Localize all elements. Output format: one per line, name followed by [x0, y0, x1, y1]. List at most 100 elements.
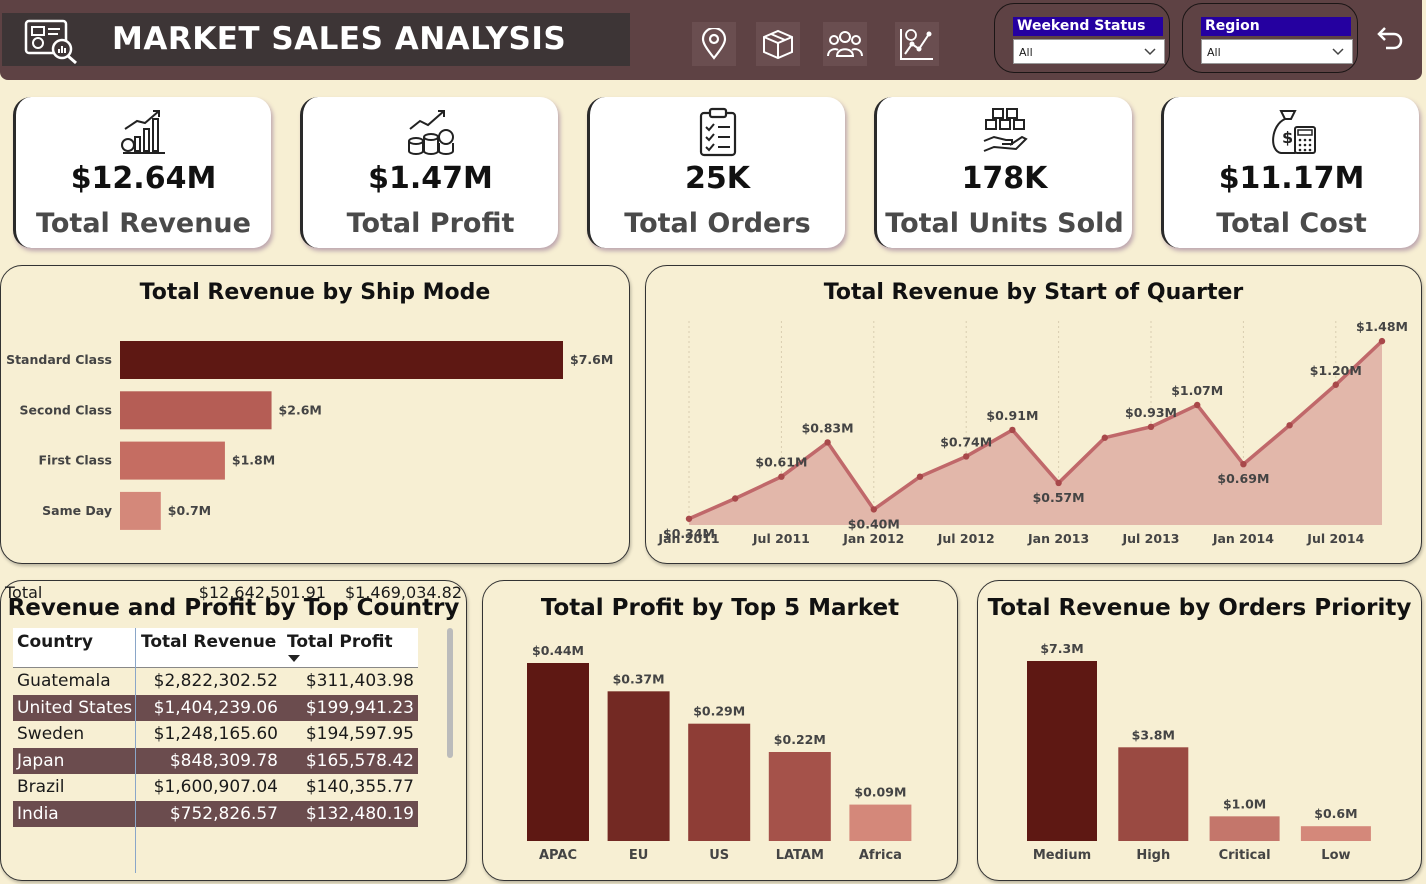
- priority-category-label: Low: [1321, 848, 1350, 863]
- ship-mode-category-label: First Class: [38, 453, 112, 468]
- region-dropdown[interactable]: All: [1201, 39, 1353, 64]
- ship-mode-chart: Standard Class $7.6M Second Class $2.6M Firs…: [6, 341, 613, 530]
- x-tick-label: Jan 2011: [657, 531, 719, 546]
- col-header-revenue[interactable]: Total Revenue: [141, 632, 276, 652]
- priority-bar: [1300, 826, 1371, 841]
- market-category-label: US: [709, 848, 729, 863]
- kpi-card-total-cost: $ $11.17M Total Cost: [1161, 97, 1419, 248]
- cell-country: Guatemala: [17, 671, 111, 691]
- col-header-country[interactable]: Country: [17, 632, 93, 652]
- profit-coins-icon: [407, 110, 454, 155]
- title-box: MARKET SALES ANALYSIS: [2, 13, 630, 66]
- market-data-label: $0.29M: [693, 704, 745, 719]
- header-bar: MARKET SALES ANALYSIS Weekend Status All…: [0, 0, 1422, 80]
- revenue-data-label: $0.61M: [755, 455, 807, 470]
- x-tick-label: Jul 2013: [1122, 531, 1180, 546]
- kpi-card-total-revenue: $12.64M Total Revenue: [13, 97, 271, 248]
- cell-profit: $194,597.95: [305, 724, 414, 744]
- ship-mode-bar: [120, 441, 225, 480]
- x-tick-label: Jul 2012: [937, 531, 995, 546]
- cell-profit: $311,403.98: [305, 671, 414, 691]
- cell-country: United States: [17, 697, 133, 718]
- revenue-data-label: $0.74M: [940, 434, 992, 449]
- nav-product-button[interactable]: [756, 22, 800, 66]
- market-bar: [607, 691, 670, 841]
- dashboard-magnifier-icon: [24, 19, 77, 65]
- weekend-status-dropdown[interactable]: All: [1013, 39, 1165, 64]
- revenue-point: [1101, 434, 1108, 441]
- revenue-data-label: $1.48M: [1356, 319, 1408, 334]
- table-row[interactable]: Brazil $1,600,907.04 $140,355.77: [13, 774, 418, 801]
- kpi-label: Total Profit: [346, 208, 515, 239]
- market-data-label: $0.44M: [532, 643, 584, 658]
- people-group-icon: [827, 31, 863, 57]
- market-data-label: $0.37M: [613, 671, 665, 686]
- priority-bar: [1209, 816, 1280, 841]
- kpi-value: 178K: [961, 161, 1048, 196]
- kpi-label: Total Units Sold: [885, 208, 1124, 239]
- cell-revenue: $752,826.57: [169, 803, 278, 824]
- cell-country: Japan: [17, 750, 65, 771]
- boxes-hand-icon: [983, 108, 1028, 152]
- table-row[interactable]: United States $1,404,239.06 $199,941.23: [13, 694, 418, 721]
- revenue-data-label: $0.40M: [848, 516, 900, 531]
- table-row[interactable]: Guatemala $2,822,302.52 $311,403.98: [13, 668, 418, 695]
- market-bar: [768, 752, 831, 841]
- priority-data-label: $0.6M: [1314, 806, 1357, 821]
- priority-category-label: High: [1136, 848, 1170, 863]
- kpi-label: Total Orders: [624, 208, 811, 239]
- ship-mode-bar: [120, 391, 272, 430]
- table-row[interactable]: Sweden $1,248,165.60 $194,597.95: [13, 721, 418, 748]
- cell-profit: $140,355.77: [305, 777, 414, 797]
- revenue-data-label: $1.07M: [1171, 383, 1223, 398]
- quarter-revenue-panel: Total Revenue by Start of Quarter $0.34M…: [645, 265, 1422, 564]
- col-header-profit[interactable]: Total Profit: [287, 632, 393, 652]
- market-bar: [688, 723, 751, 841]
- market-category-label: APAC: [539, 848, 577, 863]
- revenue-point: [1332, 381, 1339, 388]
- total-profit: $1,469,034.82: [344, 583, 462, 602]
- back-arrow-icon[interactable]: [1372, 22, 1404, 54]
- nav-analytics-button[interactable]: [895, 22, 939, 66]
- total-label: Total: [5, 583, 43, 602]
- priority-category-label: Critical: [1219, 848, 1271, 863]
- priority-revenue-panel: Total Revenue by Orders Priority $7.3M Me…: [977, 580, 1422, 881]
- revenue-chart-icon: [120, 110, 165, 154]
- market-category-label: LATAM: [776, 848, 824, 863]
- table-row[interactable]: Japan $848,309.78 $165,578.42: [13, 747, 418, 774]
- revenue-point: [778, 473, 785, 480]
- priority-data-label: $1.0M: [1223, 796, 1266, 811]
- ship-mode-data-label: $1.8M: [232, 453, 275, 468]
- nav-customers-button[interactable]: [823, 22, 867, 66]
- revenue-point: [963, 453, 970, 460]
- priority-bar: [1027, 661, 1097, 841]
- package-box-icon: [763, 29, 793, 60]
- table-row[interactable]: India $752,826.57 $132,480.19: [13, 800, 418, 827]
- sort-descending-icon[interactable]: [288, 655, 300, 663]
- revenue-point: [1147, 423, 1155, 431]
- country-table-panel: Revenue and Profit by Top Country Countr…: [0, 580, 467, 881]
- revenue-data-label: $0.69M: [1217, 471, 1269, 486]
- kpi-card-total-orders: 25K Total Orders: [587, 97, 845, 248]
- priority-category-label: Medium: [1033, 848, 1091, 863]
- priority-data-label: $3.8M: [1132, 727, 1175, 742]
- cell-country: India: [17, 803, 59, 824]
- kpi-card-total-units-sold: 178K Total Units Sold: [874, 97, 1132, 248]
- market-data-label: $0.22M: [774, 732, 826, 747]
- revenue-point: [732, 495, 739, 502]
- table-scrollbar[interactable]: [447, 628, 453, 758]
- market-category-label: Africa: [859, 848, 902, 863]
- region-filter: Region All: [1182, 3, 1358, 73]
- location-pin-icon: [701, 28, 727, 60]
- nav-location-button[interactable]: [692, 22, 736, 66]
- revenue-point: [1055, 479, 1062, 487]
- revenue-point: [870, 506, 877, 513]
- table-body: Guatemala $2,822,302.52 $311,403.98 United …: [13, 668, 418, 827]
- money-bag-calculator-icon: $: [1271, 110, 1316, 154]
- revenue-data-label: $0.57M: [1033, 490, 1085, 505]
- x-tick-label: Jul 2011: [752, 531, 810, 546]
- kpi-value: $12.64M: [70, 161, 217, 196]
- ship-mode-data-label: $2.6M: [279, 402, 322, 417]
- kpi-card-total-profit: $1.47M Total Profit: [300, 97, 558, 248]
- revenue-point: [685, 515, 693, 522]
